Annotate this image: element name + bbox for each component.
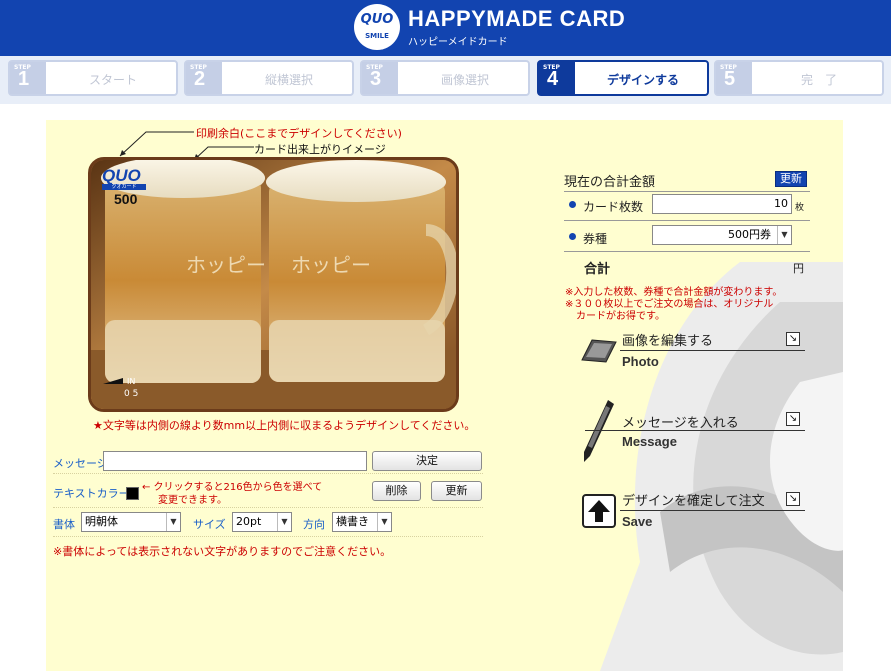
chevron-down-icon: ▼ <box>377 513 391 531</box>
step-4-current: STEP 4 デザインする <box>537 60 709 96</box>
quo-logo-text: QUO <box>102 166 141 185</box>
step-1: STEP 1 スタート <box>8 60 178 96</box>
finish-annotation: カード出来上がりイメージ <box>254 143 386 156</box>
photo-icon <box>581 339 617 363</box>
direction-select[interactable]: 横書き ▼ <box>332 512 392 532</box>
save-icon <box>582 494 616 528</box>
add-message-action[interactable]: メッセージを入れる Message ↘ <box>580 398 810 464</box>
summary-note-3: カードがお得です。 <box>576 311 665 322</box>
size-select[interactable]: 20pt ▼ <box>232 512 292 532</box>
summary-title: 現在の合計金額 <box>564 175 656 190</box>
design-warning: ★文字等は内側の線より数mm以上内側に収まるようデザインしてください。 <box>93 419 476 432</box>
message-input[interactable] <box>103 451 367 471</box>
step-name: 縦横選択 <box>264 73 313 87</box>
bullet-icon <box>569 233 576 240</box>
quo-value-text: 500 <box>114 191 138 207</box>
update-button[interactable]: 更新 <box>431 481 482 501</box>
direction-select-value: 横書き <box>336 515 369 528</box>
chevron-down-icon: ▼ <box>166 513 180 531</box>
logo-quo-text: QUO <box>360 12 394 27</box>
total-unit: 円 <box>793 262 804 275</box>
arrow-down-right-icon: ↘ <box>786 332 800 346</box>
in-label: IN <box>127 377 136 386</box>
text-color-label: テキストカラー <box>53 487 130 500</box>
bullet-icon <box>569 201 576 208</box>
chevron-down-icon: ▼ <box>777 226 791 244</box>
color-swatch[interactable] <box>126 487 139 500</box>
pen-icon <box>584 400 614 462</box>
add-message-label: メッセージを入れる <box>622 416 739 431</box>
edit-image-action[interactable]: 画像を編集する Photo ↘ <box>580 330 810 372</box>
decide-button[interactable]: 決定 <box>372 451 482 471</box>
chevron-down-icon: ▼ <box>277 513 291 531</box>
insert-direction-icon <box>103 378 123 384</box>
step-name: 完 了 <box>800 73 837 87</box>
size-label: サイズ <box>193 518 226 531</box>
step-name: 画像選択 <box>440 73 489 87</box>
delete-button[interactable]: 削除 <box>372 481 421 501</box>
step-number: 4 <box>547 68 559 90</box>
message-label: メッセージ <box>53 457 108 470</box>
step-number: 1 <box>18 68 30 90</box>
logo-smile-text: SMILE <box>365 32 389 40</box>
direction-label: 方向 <box>303 518 325 531</box>
refresh-total-button[interactable]: 更新 <box>775 171 807 187</box>
count-label: カード枚数 <box>583 200 644 214</box>
arrow-down-right-icon: ↘ <box>786 492 800 506</box>
arrow-down-right-icon: ↘ <box>786 412 800 426</box>
step-progress-bar: STEP 1 スタート STEP 2 縦横選択 STEP 3 画像選択 STEP 4 デ… <box>0 56 891 104</box>
card-count-input[interactable]: 10 <box>652 194 792 214</box>
card-type-select[interactable]: 500円券 ▼ <box>652 225 792 245</box>
font-select[interactable]: 明朝体 ▼ <box>81 512 181 532</box>
confirm-order-label: デザインを確定して注文 <box>622 494 765 509</box>
font-note: ※書体によっては表示されない文字がありますのでご注意ください。 <box>53 545 392 558</box>
step-3: STEP 3 画像選択 <box>360 60 530 96</box>
app-header: QUO SMILE HAPPYMADE CARD ハッピーメイドカード <box>0 0 891 56</box>
size-select-value: 20pt <box>236 515 262 528</box>
add-message-sub: Message <box>622 434 677 449</box>
step-name: デザインする <box>606 73 679 87</box>
svg-text:ホッピー: ホッピー <box>291 253 371 277</box>
step-5: STEP 5 完 了 <box>714 60 884 96</box>
confirm-order-sub: Save <box>622 514 653 529</box>
font-settings-row: 書体 明朝体 ▼ サイズ 20pt ▼ 方向 横書き ▼ <box>53 509 483 537</box>
decorative-swirl <box>600 262 843 671</box>
edit-image-sub: Photo <box>622 354 659 369</box>
step-number: 5 <box>724 68 736 90</box>
font-select-value: 明朝体 <box>85 515 118 528</box>
quo-smile-logo: QUO SMILE <box>354 4 400 50</box>
step-2: STEP 2 縦横選択 <box>184 60 354 96</box>
brand-title: HAPPYMADE CARD <box>408 6 626 31</box>
text-color-row: テキストカラー ← クリックすると216色から色を選べて 変更できます。 削除 … <box>53 476 483 508</box>
brand-subtitle: ハッピーメイドカード <box>408 37 508 48</box>
svg-text:ホッピー: ホッピー <box>186 253 266 277</box>
color-hint-line2: 変更できます。 <box>158 495 227 506</box>
margin-annotation: 印刷余白(ここまでデザインしてください) <box>196 127 402 140</box>
in-number: 0 5 <box>124 389 139 399</box>
step-number: 2 <box>194 68 206 90</box>
edit-image-label: 画像を編集する <box>622 334 714 349</box>
quo-card-badge: QUO クオカード 500 <box>102 167 152 217</box>
card-type-value: 500円券 <box>728 228 771 241</box>
total-label: 合計 <box>584 262 611 277</box>
message-row: メッセージ 決定 <box>53 450 483 474</box>
type-label: 券種 <box>583 232 608 246</box>
confirm-order-action[interactable]: デザインを確定して注文 Save ↘ <box>580 490 810 532</box>
font-label: 書体 <box>53 518 75 531</box>
count-unit: 枚 <box>795 203 805 213</box>
step-name: スタート <box>88 73 137 87</box>
step-number: 3 <box>370 68 382 90</box>
